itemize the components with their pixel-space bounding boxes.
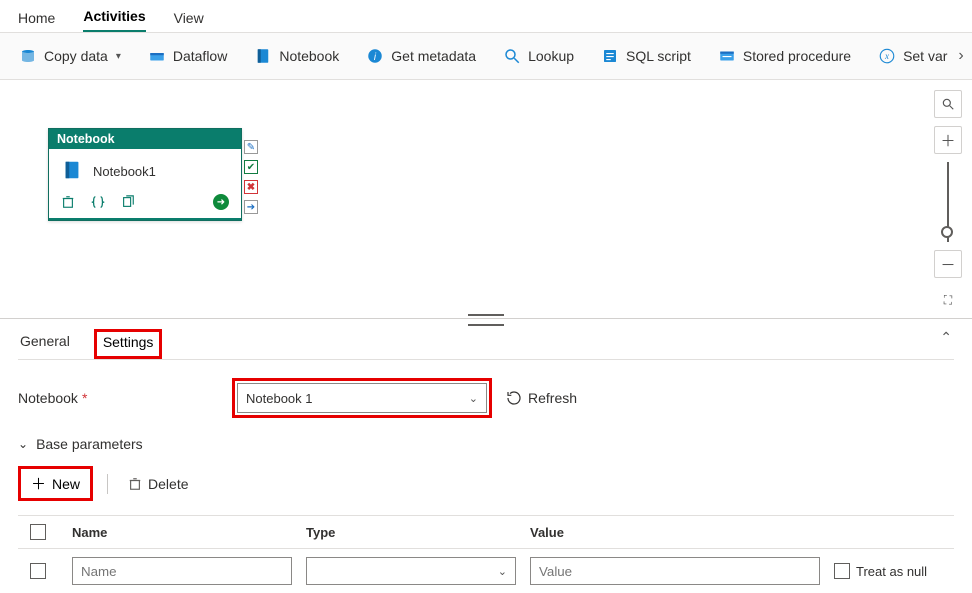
copy-icon[interactable] [121, 195, 135, 209]
properties-tabs: General Settings [18, 329, 954, 360]
info-icon: i [365, 46, 385, 66]
refresh-button[interactable]: Refresh [506, 390, 577, 406]
tab-activities[interactable]: Activities [83, 8, 145, 32]
tb-copy-data-label: Copy data [44, 48, 108, 64]
col-header-name: Name [72, 525, 292, 540]
base-parameters-label: Base parameters [36, 436, 143, 452]
properties-panel: ⌃ General Settings Notebook* Notebook 1 … [0, 319, 972, 593]
tb-lookup[interactable]: Lookup [496, 42, 580, 70]
notebook-select-value: Notebook 1 [246, 391, 313, 406]
tb-copy-data[interactable]: Copy data ▾ [12, 42, 127, 70]
col-header-value: Value [530, 525, 820, 540]
tb-set-variable[interactable]: x Set var [871, 42, 953, 70]
select-all-checkbox[interactable] [30, 524, 46, 540]
activity-node-notebook[interactable]: Notebook Notebook1 ➜ [48, 128, 242, 221]
stored-procedure-icon [717, 46, 737, 66]
tab-home[interactable]: Home [18, 10, 55, 32]
port-completion-icon[interactable]: ➔ [244, 200, 258, 214]
chevron-down-icon: ▾ [116, 51, 121, 62]
dataflow-icon [147, 46, 167, 66]
tb-stored-procedure[interactable]: Stored procedure [711, 42, 857, 70]
zoom-in-button[interactable]: ＋ [934, 126, 962, 154]
fit-to-screen-button[interactable]: ⛶ [934, 286, 962, 314]
new-parameter-button[interactable]: ＋ New [21, 469, 90, 498]
top-nav: Home Activities View [0, 0, 972, 32]
tb-notebook[interactable]: Notebook [247, 42, 345, 70]
tb-dataflow[interactable]: Dataflow [141, 42, 233, 70]
notebook-icon [61, 159, 83, 184]
search-icon [502, 46, 522, 66]
tb-get-metadata[interactable]: i Get metadata [359, 42, 482, 70]
col-header-type: Type [306, 525, 516, 540]
activities-toolbar: Copy data ▾ Dataflow Notebook i Get meta… [0, 32, 972, 80]
tab-view[interactable]: View [174, 10, 204, 32]
sql-script-icon [600, 46, 620, 66]
tb-get-metadata-label: Get metadata [391, 48, 476, 64]
divider [107, 474, 108, 494]
tab-general[interactable]: General [18, 329, 72, 359]
delete-button-label: Delete [148, 476, 188, 492]
chevron-down-icon: ⌄ [18, 437, 28, 451]
variable-icon: x [877, 46, 897, 66]
notebook-field-label: Notebook* [18, 390, 218, 406]
tb-sql-script-label: SQL script [626, 48, 691, 64]
table-row: ⌄ Treat as null [18, 549, 954, 593]
parameters-table: Name Type Value ⌄ Treat as null [18, 515, 954, 593]
copy-data-icon [18, 46, 38, 66]
activity-name: Notebook1 [93, 164, 156, 179]
tb-sql-script[interactable]: SQL script [594, 42, 697, 70]
tb-stored-procedure-label: Stored procedure [743, 48, 851, 64]
notebook-select[interactable]: Notebook 1 ⌄ [237, 383, 487, 413]
notebook-icon [253, 46, 273, 66]
tb-lookup-label: Lookup [528, 48, 574, 64]
base-parameters-toggle[interactable]: ⌄ Base parameters [18, 436, 954, 452]
param-value-input[interactable] [530, 557, 820, 585]
tb-dataflow-label: Dataflow [173, 48, 227, 64]
toolbar-scroll-right[interactable]: › [950, 33, 972, 79]
zoom-slider[interactable] [947, 162, 949, 242]
port-success-icon[interactable]: ✔ [244, 160, 258, 174]
port-edit-icon[interactable]: ✎ [244, 140, 258, 154]
zoom-controls: ＋ － ⛶ [932, 90, 964, 314]
port-failure-icon[interactable]: ✖ [244, 180, 258, 194]
param-type-select[interactable]: ⌄ [306, 557, 516, 585]
collapse-panel-button[interactable]: ⌃ [940, 329, 952, 346]
chevron-down-icon: ⌄ [469, 392, 478, 405]
treat-as-null-checkbox[interactable] [834, 563, 850, 579]
delete-icon[interactable] [61, 195, 75, 209]
run-icon[interactable]: ➜ [213, 194, 229, 210]
delete-parameter-button[interactable]: Delete [122, 472, 194, 496]
zoom-out-button[interactable]: － [934, 250, 962, 278]
new-button-label: New [52, 476, 80, 492]
plus-icon: ＋ [31, 473, 46, 494]
refresh-label: Refresh [528, 390, 577, 406]
code-braces-icon[interactable] [91, 195, 105, 209]
tb-notebook-label: Notebook [279, 48, 339, 64]
chevron-down-icon: ⌄ [498, 565, 507, 578]
tb-set-variable-label: Set var [903, 48, 947, 64]
param-name-input[interactable] [72, 557, 292, 585]
activity-ports: ✎ ✔ ✖ ➔ [244, 140, 258, 214]
tab-settings[interactable]: Settings [94, 329, 163, 359]
activity-header: Notebook [49, 129, 241, 149]
pipeline-canvas[interactable]: Notebook Notebook1 ➜ ✎ ✔ ✖ ➔ [0, 80, 972, 318]
search-canvas-button[interactable] [934, 90, 962, 118]
svg-text:x: x [884, 51, 889, 61]
zoom-slider-knob[interactable] [941, 226, 953, 238]
row-checkbox[interactable] [30, 563, 46, 579]
